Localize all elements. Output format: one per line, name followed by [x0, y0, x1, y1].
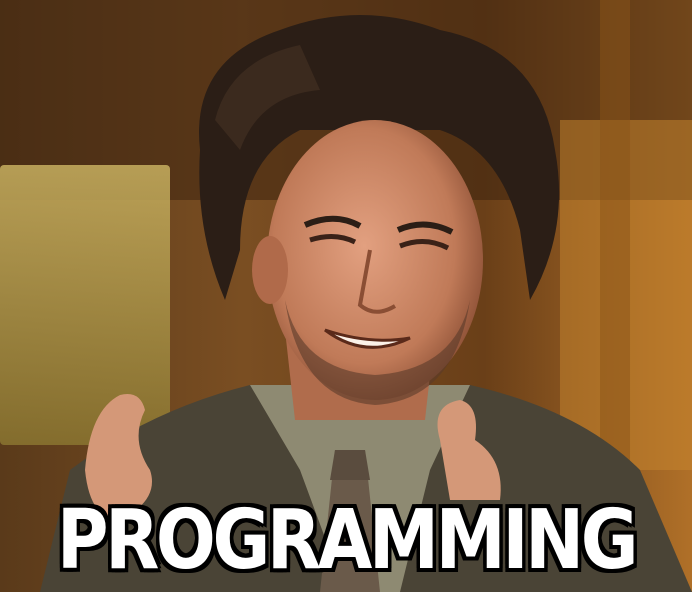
meme-image: PROGRAMMING: [0, 0, 692, 592]
meme-caption: PROGRAMMING: [56, 493, 639, 588]
